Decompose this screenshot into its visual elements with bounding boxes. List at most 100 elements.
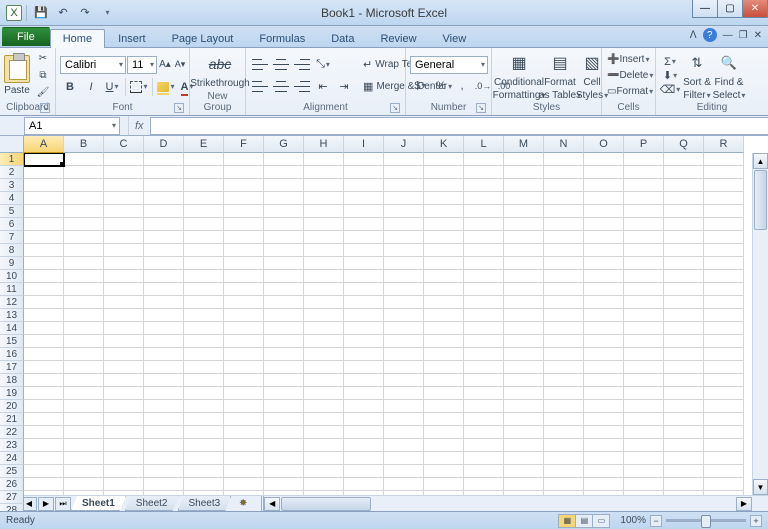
cell[interactable] bbox=[104, 309, 144, 322]
row-header[interactable]: 2 bbox=[0, 166, 24, 179]
cell[interactable] bbox=[664, 348, 704, 361]
row-header[interactable]: 16 bbox=[0, 348, 24, 361]
cell[interactable] bbox=[304, 361, 344, 374]
align-left-icon[interactable] bbox=[250, 77, 270, 97]
cell[interactable] bbox=[504, 244, 544, 257]
cell[interactable] bbox=[704, 478, 744, 491]
cell[interactable] bbox=[304, 335, 344, 348]
cell[interactable] bbox=[24, 361, 64, 374]
cell[interactable] bbox=[704, 348, 744, 361]
cell[interactable] bbox=[104, 179, 144, 192]
row-header[interactable]: 5 bbox=[0, 205, 24, 218]
cell[interactable] bbox=[264, 283, 304, 296]
cell[interactable] bbox=[664, 296, 704, 309]
borders-button[interactable]: ▾ bbox=[129, 77, 149, 97]
zoom-in-icon[interactable]: + bbox=[750, 515, 762, 527]
cell[interactable] bbox=[224, 205, 264, 218]
cell[interactable] bbox=[344, 270, 384, 283]
cell[interactable] bbox=[544, 374, 584, 387]
cell[interactable] bbox=[304, 426, 344, 439]
view-page-layout-icon[interactable]: ▤ bbox=[575, 514, 593, 528]
cell[interactable] bbox=[624, 270, 664, 283]
cell[interactable] bbox=[624, 335, 664, 348]
cell[interactable] bbox=[144, 153, 184, 166]
cell[interactable] bbox=[464, 452, 504, 465]
cell[interactable] bbox=[544, 179, 584, 192]
cell[interactable] bbox=[544, 478, 584, 491]
qat-save-icon[interactable]: 💾 bbox=[31, 3, 51, 23]
horizontal-scrollbar[interactable]: ◀ ▶ bbox=[261, 496, 768, 511]
row-header[interactable]: 4 bbox=[0, 192, 24, 205]
cell[interactable] bbox=[224, 153, 264, 166]
cell[interactable] bbox=[64, 179, 104, 192]
cell[interactable] bbox=[304, 322, 344, 335]
cell[interactable] bbox=[104, 192, 144, 205]
cell[interactable] bbox=[104, 374, 144, 387]
row-header[interactable]: 19 bbox=[0, 387, 24, 400]
cell[interactable] bbox=[184, 478, 224, 491]
cell[interactable] bbox=[704, 205, 744, 218]
cell[interactable] bbox=[224, 309, 264, 322]
cell[interactable] bbox=[424, 179, 464, 192]
column-header[interactable]: C bbox=[104, 136, 144, 153]
cell[interactable] bbox=[184, 244, 224, 257]
cell[interactable] bbox=[464, 205, 504, 218]
cell[interactable] bbox=[424, 426, 464, 439]
cell[interactable] bbox=[64, 413, 104, 426]
cell[interactable] bbox=[104, 231, 144, 244]
cell[interactable] bbox=[64, 322, 104, 335]
cell[interactable] bbox=[104, 426, 144, 439]
cell[interactable] bbox=[464, 192, 504, 205]
row-header[interactable]: 18 bbox=[0, 374, 24, 387]
cell[interactable] bbox=[384, 400, 424, 413]
cell[interactable] bbox=[464, 374, 504, 387]
cell[interactable] bbox=[664, 478, 704, 491]
cell[interactable] bbox=[504, 361, 544, 374]
cell[interactable] bbox=[104, 322, 144, 335]
cell[interactable] bbox=[344, 361, 384, 374]
cell[interactable] bbox=[424, 153, 464, 166]
cell[interactable] bbox=[264, 426, 304, 439]
cell[interactable] bbox=[664, 218, 704, 231]
cell[interactable] bbox=[704, 192, 744, 205]
cell[interactable] bbox=[464, 478, 504, 491]
cell[interactable] bbox=[24, 322, 64, 335]
fill-icon[interactable]: ⬇▾ bbox=[660, 69, 680, 83]
cell[interactable] bbox=[664, 166, 704, 179]
row-header[interactable]: 23 bbox=[0, 439, 24, 452]
column-header[interactable]: L bbox=[464, 136, 504, 153]
cell[interactable] bbox=[584, 439, 624, 452]
cell[interactable] bbox=[24, 257, 64, 270]
cell[interactable] bbox=[384, 257, 424, 270]
vertical-scrollbar[interactable]: ▲ ▼ bbox=[752, 153, 768, 495]
cell[interactable] bbox=[704, 387, 744, 400]
cell[interactable] bbox=[584, 179, 624, 192]
column-header[interactable]: G bbox=[264, 136, 304, 153]
cell[interactable] bbox=[584, 348, 624, 361]
cell[interactable] bbox=[584, 283, 624, 296]
cell[interactable] bbox=[304, 205, 344, 218]
workbook-minimize-icon[interactable]: — bbox=[723, 30, 733, 41]
cell[interactable] bbox=[624, 322, 664, 335]
column-header[interactable]: O bbox=[584, 136, 624, 153]
cell[interactable] bbox=[64, 166, 104, 179]
number-format-combo[interactable]: General bbox=[410, 56, 488, 74]
cell[interactable] bbox=[464, 322, 504, 335]
cell[interactable] bbox=[24, 218, 64, 231]
cell[interactable] bbox=[624, 439, 664, 452]
orientation-icon[interactable]: ⤡▾ bbox=[313, 55, 333, 75]
cell[interactable] bbox=[264, 387, 304, 400]
cell[interactable] bbox=[144, 244, 184, 257]
cell[interactable] bbox=[184, 270, 224, 283]
cell[interactable] bbox=[144, 270, 184, 283]
cell[interactable] bbox=[624, 400, 664, 413]
cell[interactable] bbox=[584, 244, 624, 257]
cell[interactable] bbox=[344, 218, 384, 231]
cell[interactable] bbox=[304, 400, 344, 413]
cell[interactable] bbox=[584, 335, 624, 348]
cell[interactable] bbox=[424, 244, 464, 257]
cell[interactable] bbox=[704, 257, 744, 270]
cell[interactable] bbox=[184, 361, 224, 374]
cell[interactable] bbox=[584, 361, 624, 374]
cell[interactable] bbox=[544, 205, 584, 218]
